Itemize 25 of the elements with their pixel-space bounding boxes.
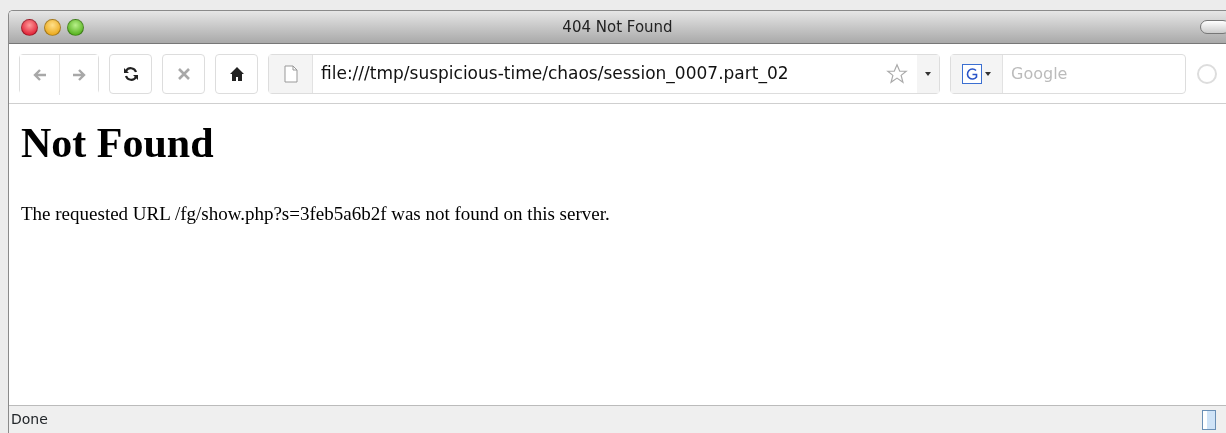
close-icon — [175, 65, 192, 82]
search-bar[interactable]: Google — [950, 53, 1186, 94]
error-message: The requested URL /fg/show.php?s=3feb5a6b2f was not found on this server. — [21, 202, 611, 227]
star-icon[interactable] — [885, 62, 909, 85]
activity-indicator-icon — [1196, 62, 1218, 85]
home-button[interactable] — [215, 53, 258, 94]
minimize-button[interactable] — [44, 18, 61, 36]
caret-icon — [985, 71, 991, 76]
window-title: 404 Not Found — [562, 16, 673, 38]
page-heading: Not Found — [21, 119, 214, 168]
search-engine-button[interactable] — [951, 54, 1003, 93]
reload-icon — [122, 65, 139, 82]
close-button[interactable] — [21, 18, 38, 36]
toolbar-toggle-button[interactable] — [1200, 20, 1226, 34]
address-field[interactable]: file:///tmp/suspicious-time/chaos/session_0007.part_02 — [268, 53, 940, 94]
zoom-button[interactable] — [67, 18, 84, 36]
search-engine-icon — [962, 63, 982, 84]
sidebar-icon[interactable] — [1202, 409, 1216, 430]
back-arrow-icon — [31, 66, 48, 83]
status-text: Done — [11, 410, 48, 429]
reload-button[interactable] — [109, 53, 152, 94]
page-icon — [283, 64, 298, 83]
caret-icon — [925, 71, 931, 76]
home-icon — [228, 65, 245, 82]
forward-arrow-icon — [71, 66, 87, 83]
